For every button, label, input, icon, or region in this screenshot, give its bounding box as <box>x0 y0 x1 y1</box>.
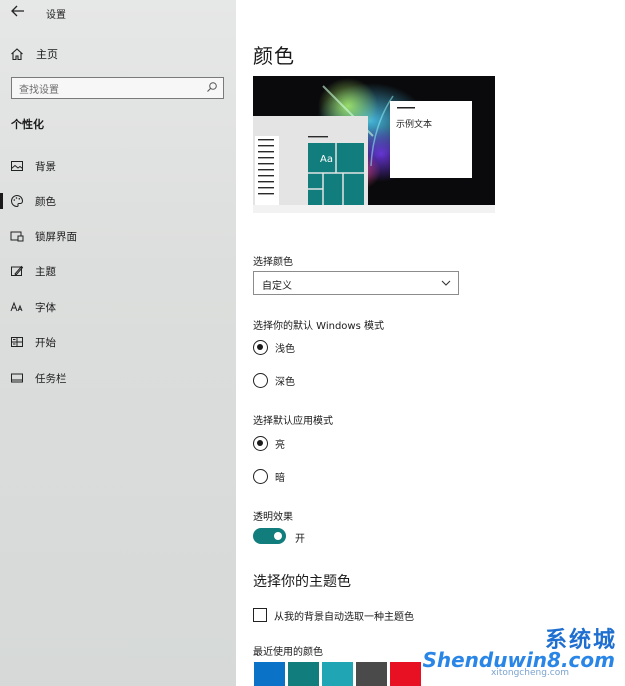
accent-color-heading: 选择你的主题色 <box>253 574 351 590</box>
preview-artwork <box>253 78 472 205</box>
radio-label: 深色 <box>275 376 295 388</box>
windows-mode-light-radio[interactable]: 浅色 <box>253 338 295 356</box>
lock-screen-icon <box>10 231 24 242</box>
choose-color-label: 选择颜色 <box>253 257 293 268</box>
chevron-down-icon <box>441 280 451 286</box>
app-mode-dark-radio[interactable]: 暗 <box>253 467 285 485</box>
radio-label: 亮 <box>275 439 285 451</box>
back-arrow-icon <box>11 5 24 17</box>
home-label: 主页 <box>36 48 58 61</box>
page-title: 颜色 <box>253 44 295 68</box>
back-button[interactable] <box>8 4 28 22</box>
sidebar-item-colors[interactable]: 颜色 <box>0 187 236 215</box>
radio-circle[interactable] <box>253 339 268 355</box>
sidebar-item-label: 颜色 <box>35 195 56 208</box>
recent-colors-label: 最近使用的颜色 <box>253 647 323 658</box>
image-icon <box>11 161 23 171</box>
sidebar-item-label: 字体 <box>35 301 56 314</box>
search-input[interactable] <box>12 81 192 100</box>
watermark: 系统城 Shenduwin8.com xitongcheng.com <box>422 622 621 682</box>
windows-mode-label: 选择你的默认 Windows 模式 <box>253 321 384 332</box>
sidebar-item-taskbar[interactable]: 任务栏 <box>0 364 236 392</box>
main-content: 颜色 Aa 示例文本 选择颜色 自定义 选择你的默认 Windows 模式 浅色… <box>236 0 625 686</box>
preview-tile-text: Aa <box>320 154 333 165</box>
color-swatch[interactable] <box>322 662 353 686</box>
palette-icon <box>11 194 23 208</box>
dropdown-value: 自定义 <box>262 281 292 292</box>
radio-label: 浅色 <box>275 343 295 355</box>
transparency-toggle[interactable] <box>253 528 286 544</box>
color-swatch[interactable] <box>254 662 285 686</box>
theme-preview: Aa 示例文本 <box>253 76 495 213</box>
transparency-state: 开 <box>295 534 305 545</box>
transparency-label: 透明效果 <box>253 512 293 523</box>
radio-label: 暗 <box>275 472 285 484</box>
theme-icon <box>11 265 24 276</box>
home-nav[interactable]: 主页 <box>10 44 58 64</box>
sidebar-item-start[interactable]: 开始 <box>0 328 236 356</box>
search-icon[interactable] <box>206 81 218 93</box>
sidebar-item-lock-screen[interactable]: 锁屏界面 <box>0 222 236 250</box>
color-swatch[interactable] <box>390 662 421 686</box>
window-title: 设置 <box>46 10 66 21</box>
windows-mode-dark-radio[interactable]: 深色 <box>253 371 295 389</box>
checkbox-box[interactable] <box>253 608 267 622</box>
preview-sample-text: 示例文本 <box>396 120 433 130</box>
radio-circle[interactable] <box>253 435 268 451</box>
sidebar: 设置 主页 个性化 背景 颜色 锁屏界面 主题 字体 开始 任务栏 <box>0 0 236 686</box>
sidebar-item-label: 背景 <box>35 160 56 173</box>
sidebar-item-fonts[interactable]: 字体 <box>0 293 236 321</box>
taskbar-icon <box>11 373 23 383</box>
sidebar-item-label: 任务栏 <box>35 372 67 385</box>
radio-circle[interactable] <box>253 468 268 484</box>
search-box[interactable] <box>11 77 224 100</box>
font-icon <box>10 301 23 312</box>
app-mode-light-radio[interactable]: 亮 <box>253 434 285 452</box>
sidebar-item-themes[interactable]: 主题 <box>0 257 236 285</box>
preview-strip <box>253 205 495 213</box>
choose-color-dropdown[interactable]: 自定义 <box>253 271 459 295</box>
home-icon <box>11 48 23 61</box>
title-bar: 设置 <box>0 0 236 26</box>
sidebar-item-background[interactable]: 背景 <box>0 152 236 180</box>
color-swatch[interactable] <box>356 662 387 686</box>
sidebar-item-label: 开始 <box>35 336 56 349</box>
color-swatch[interactable] <box>288 662 319 686</box>
sidebar-item-label: 锁屏界面 <box>35 230 77 243</box>
start-icon <box>11 337 23 347</box>
recent-colors <box>254 662 424 686</box>
section-label: 个性化 <box>11 118 44 131</box>
radio-circle[interactable] <box>253 372 268 388</box>
checkbox-label: 从我的背景自动选取一种主题色 <box>274 611 414 623</box>
auto-accent-checkbox[interactable]: 从我的背景自动选取一种主题色 <box>253 607 414 623</box>
sidebar-item-label: 主题 <box>35 265 56 278</box>
watermark-small: xitongcheng.com <box>491 668 569 678</box>
app-mode-label: 选择默认应用模式 <box>253 416 333 427</box>
